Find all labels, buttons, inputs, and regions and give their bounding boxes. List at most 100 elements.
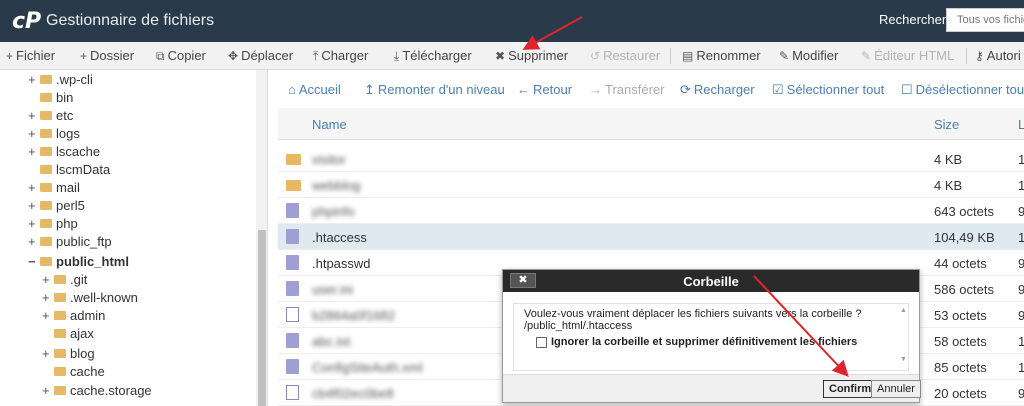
cancel-button[interactable]: Annuler bbox=[871, 380, 921, 398]
tree-item-mail[interactable]: + mail bbox=[28, 180, 80, 198]
delete-button[interactable]: ✖ Supprimer bbox=[495, 48, 568, 63]
file-size: 643 octets bbox=[934, 204, 994, 219]
confirm-button[interactable]: Confirm bbox=[823, 380, 878, 398]
reload-link[interactable]: ⟳ Recharger bbox=[680, 82, 755, 98]
expand-icon[interactable]: + bbox=[42, 272, 54, 287]
file-table-header: Name Size L bbox=[278, 108, 1024, 140]
file-name: abc.txt bbox=[312, 334, 351, 349]
sidebar-scrollbar-thumb[interactable] bbox=[258, 230, 266, 406]
pencil-icon: ✎ bbox=[779, 49, 790, 63]
expand-icon[interactable]: + bbox=[42, 383, 54, 398]
expand-icon[interactable]: + bbox=[42, 308, 54, 323]
download-button[interactable]: ⤓ Télécharger bbox=[394, 48, 472, 64]
tree-item-lscache[interactable]: + lscache bbox=[28, 144, 100, 162]
tree-item-blog[interactable]: + blog bbox=[42, 346, 95, 364]
tree-item-cache-storage[interactable]: + cache.storage bbox=[42, 383, 152, 401]
home-link[interactable]: ⌂ Accueil bbox=[288, 82, 341, 97]
tree-item-ajax[interactable]: ajax bbox=[42, 326, 94, 344]
copy-button[interactable]: ⧉ Copier bbox=[156, 48, 206, 64]
file-size: 586 octets bbox=[934, 282, 994, 297]
file-icon bbox=[286, 203, 299, 218]
checkbox-checked-icon: ☑ bbox=[772, 82, 784, 97]
tree-item-cache[interactable]: cache bbox=[42, 364, 105, 382]
tree-item-perl5[interactable]: + perl5 bbox=[28, 198, 85, 216]
new-folder-button[interactable]: + Dossier bbox=[80, 48, 134, 63]
cpanel-logo: cP bbox=[12, 9, 42, 34]
dialog-file-path: /public_html/.htaccess bbox=[524, 320, 633, 332]
tree-item-git[interactable]: + .git bbox=[42, 272, 87, 290]
key-icon: ⚷ bbox=[975, 49, 984, 63]
upload-button[interactable]: ⤒ Charger bbox=[313, 48, 368, 64]
dialog-message: Voulez-vous vraiment déplacer les fichie… bbox=[524, 308, 862, 320]
folder-open-icon bbox=[40, 257, 52, 266]
file-modified: 1 bbox=[1018, 230, 1024, 245]
expand-icon[interactable]: + bbox=[28, 72, 40, 87]
dialog-title-bar: Corbeille ✖ bbox=[503, 270, 919, 292]
expand-icon[interactable]: + bbox=[28, 234, 40, 249]
skip-trash-label[interactable]: Ignorer la corbeille et supprimer défini… bbox=[551, 336, 857, 348]
level-up-icon: ↥ bbox=[364, 82, 375, 97]
collapse-icon[interactable]: − bbox=[28, 254, 40, 269]
tree-item-etc[interactable]: + etc bbox=[28, 108, 73, 126]
checkbox-empty-icon: ☐ bbox=[901, 82, 913, 97]
restore-icon: ↺ bbox=[590, 49, 601, 63]
column-last-modified-header[interactable]: L bbox=[1018, 117, 1024, 132]
top-header: cP Gestionnaire de fichiers Rechercher bbox=[0, 0, 1024, 42]
file-modified: 1 bbox=[1018, 334, 1024, 349]
table-row[interactable]: visitor 4 KB 1 bbox=[278, 146, 1024, 172]
expand-icon[interactable]: + bbox=[28, 198, 40, 213]
tree-item-public-ftp[interactable]: + public_ftp bbox=[28, 234, 112, 252]
expand-icon[interactable]: + bbox=[42, 290, 54, 305]
folder-icon bbox=[40, 75, 52, 84]
expand-icon[interactable]: + bbox=[28, 126, 40, 141]
expand-icon[interactable]: + bbox=[28, 108, 40, 123]
tree-item-lscmdata[interactable]: lscmData bbox=[28, 162, 110, 180]
folder-icon bbox=[40, 147, 52, 156]
file-modified: 9 bbox=[1018, 204, 1024, 219]
up-one-level-link[interactable]: ↥ Remonter d'un niveau bbox=[364, 82, 505, 98]
folder-icon bbox=[40, 93, 52, 102]
tree-item-wp-cli[interactable]: + .wp-cli bbox=[28, 72, 93, 90]
table-row[interactable]: phpinfo 643 octets 9 bbox=[278, 198, 1024, 224]
file-name: cb4f02ec0be8 bbox=[312, 386, 394, 401]
deselect-all-link[interactable]: ☐ Désélectionner tout bbox=[901, 82, 1024, 98]
tree-item-php[interactable]: + php bbox=[28, 216, 78, 234]
edit-button[interactable]: ✎ Modifier bbox=[779, 48, 838, 63]
table-row-selected[interactable]: .htaccess 104,49 KB 1 bbox=[278, 224, 1024, 250]
rename-button[interactable]: ▤ Renommer bbox=[682, 48, 761, 63]
restore-button[interactable]: ↺ Restaurer bbox=[590, 48, 660, 63]
tree-item-well-known[interactable]: + .well-known bbox=[42, 290, 138, 308]
expand-icon[interactable]: + bbox=[42, 346, 54, 361]
close-icon[interactable]: ✖ bbox=[510, 273, 536, 288]
table-row[interactable]: webblog 4 KB 1 bbox=[278, 172, 1024, 198]
tree-item-logs[interactable]: + logs bbox=[28, 126, 80, 144]
plus-icon: + bbox=[6, 49, 14, 63]
file-name: b2864a0f1682 bbox=[312, 308, 396, 323]
expand-icon[interactable]: + bbox=[28, 216, 40, 231]
scroll-up-icon[interactable]: ▲ bbox=[900, 307, 907, 314]
tree-item-admin[interactable]: + admin bbox=[42, 308, 105, 326]
folder-icon bbox=[54, 293, 66, 302]
select-all-link[interactable]: ☑ Sélectionner tout bbox=[772, 82, 884, 98]
expand-icon[interactable]: + bbox=[28, 180, 40, 195]
expand-icon[interactable]: + bbox=[28, 144, 40, 159]
file-icon bbox=[286, 255, 299, 270]
column-size-header[interactable]: Size bbox=[934, 117, 959, 132]
tree-item-bin[interactable]: bin bbox=[28, 90, 73, 108]
back-link[interactable]: ← Retour bbox=[517, 82, 572, 97]
file-modified: 1 bbox=[1018, 152, 1024, 167]
folder-icon bbox=[40, 183, 52, 192]
scroll-down-icon[interactable]: ▼ bbox=[900, 356, 907, 363]
new-file-button[interactable]: + Fichier bbox=[6, 48, 55, 63]
search-input[interactable] bbox=[946, 8, 1024, 32]
tree-item-public-html[interactable]: − public_html bbox=[28, 254, 129, 272]
column-name-header[interactable]: Name bbox=[312, 117, 347, 132]
move-button[interactable]: ✥ Déplacer bbox=[228, 48, 293, 63]
permissions-button[interactable]: ⚷ Autori bbox=[975, 48, 1021, 63]
forward-link[interactable]: → Transférer bbox=[589, 82, 664, 97]
file-size: 44 octets bbox=[934, 256, 987, 271]
html-editor-button[interactable]: ✎ Éditeur HTML bbox=[861, 48, 954, 63]
toolbar-divider bbox=[670, 48, 671, 64]
file-icon bbox=[286, 229, 299, 244]
skip-trash-checkbox[interactable] bbox=[536, 337, 547, 348]
